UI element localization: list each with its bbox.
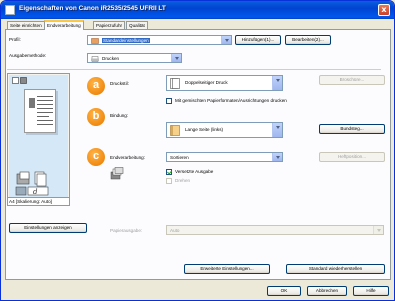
print-style-label: Druckstil:: [110, 81, 129, 86]
preview-page: [24, 89, 56, 133]
offset-output-label: Versetzte Ausgabe: [175, 169, 214, 174]
output-method-value: Drucken: [102, 55, 120, 61]
staple-position-button[interactable]: Heftposition...: [319, 152, 385, 162]
callout-a-badge: a: [87, 77, 105, 95]
printer-icon: [5, 5, 15, 15]
page-layout-icon[interactable]: [12, 77, 28, 84]
text-line: [37, 116, 49, 117]
chevron-down-icon[interactable]: [272, 76, 282, 90]
edit-profile-button[interactable]: Bearbeiten(2)...: [285, 35, 331, 45]
tab-quality[interactable]: Qualität: [126, 21, 148, 29]
chevron-down-icon[interactable]: [272, 123, 282, 137]
advanced-settings-button[interactable]: Erweiterte Einstellungen...: [184, 264, 270, 274]
chevron-down-icon[interactable]: [272, 153, 282, 161]
offset-output-checkbox[interactable]: [166, 169, 172, 175]
finishing-label: Endverarbeitung:: [110, 155, 145, 160]
text-line: [37, 112, 53, 113]
svg-text:d: d: [33, 188, 38, 196]
duplex-icon: [170, 78, 180, 89]
finishing-icons: d: [15, 171, 49, 196]
cancel-button[interactable]: Abbrechen: [307, 286, 347, 296]
ok-button[interactable]: OK: [267, 286, 301, 296]
callout-c-badge: c: [87, 148, 105, 166]
profile-icon: [91, 38, 99, 44]
rotate-checkbox[interactable]: [166, 178, 172, 184]
profile-label: Profil:: [9, 37, 21, 42]
text-line: [37, 124, 53, 125]
margin-button[interactable]: Bundsteg...: [319, 124, 385, 134]
callout-b-badge: b: [87, 108, 105, 126]
print-icon: [91, 56, 99, 62]
paper-output-label: Papierausgabe:: [110, 228, 143, 233]
paper-output-value: Auto: [170, 227, 180, 233]
text-line: [37, 120, 53, 121]
finishing-value: Sortieren: [170, 154, 189, 160]
print-style-select[interactable]: Doppelseitiger Druck: [166, 75, 283, 91]
preview-status: A4 [Skalierung: Auto]: [7, 197, 70, 206]
printer-properties-dialog: Eigenschaften von Canon iR2535/2545 UFRI…: [0, 0, 395, 301]
text-line: [37, 100, 53, 101]
separator: [7, 69, 381, 70]
print-style-value: Doppelseitiger Druck: [185, 80, 228, 85]
rotate-label: Drehen: [175, 178, 191, 183]
text-line: [37, 108, 53, 109]
binding-icon: [170, 125, 180, 136]
output-method-label: Ausgabemethode:: [9, 53, 47, 58]
paper-output-select[interactable]: Auto: [166, 225, 384, 235]
text-line: [37, 96, 53, 97]
window-title: Eigenschaften von Canon iR2535/2545 UFRI…: [19, 5, 166, 12]
binding-value: Lange Seite (links): [185, 127, 224, 132]
tab-page-setup[interactable]: Seite einrichten: [7, 21, 45, 29]
help-button[interactable]: Hilfe: [353, 286, 389, 296]
mixed-paper-label: Mit gemischten Papierformaten/Ausrichtun…: [175, 98, 287, 103]
chevron-down-icon[interactable]: [373, 226, 383, 234]
binding-select[interactable]: Lange Seite (links): [166, 122, 283, 138]
output-method-select[interactable]: Drucken: [87, 53, 182, 63]
chevron-down-icon[interactable]: [221, 36, 231, 44]
show-settings-button[interactable]: Einstellungen anzeigen: [9, 223, 87, 233]
add-profile-button[interactable]: Hinzufügen(1)...: [235, 35, 281, 45]
mixed-paper-checkbox[interactable]: [166, 98, 172, 104]
restore-defaults-button[interactable]: Standard wiederherstellen: [286, 264, 385, 274]
finishing-select[interactable]: Sortieren: [166, 152, 283, 162]
sort-output-icon: [110, 167, 124, 180]
tab-finishing[interactable]: Endverarbeitung: [44, 20, 84, 30]
tab-paper-source[interactable]: Papierzufuhr: [93, 21, 126, 29]
preview-image: [29, 98, 35, 108]
close-button[interactable]: x: [378, 4, 390, 16]
profile-select[interactable]: Standardeinstellungen: [87, 35, 232, 45]
preview-area: d: [9, 75, 68, 205]
text-line: [37, 104, 53, 105]
chevron-down-icon[interactable]: [171, 54, 181, 62]
booklet-button[interactable]: Broschüre...: [319, 75, 385, 85]
preview-panel: d: [7, 73, 70, 205]
title-bar[interactable]: Eigenschaften von Canon iR2535/2545 UFRI…: [1, 1, 394, 19]
profile-value: Standardeinstellungen: [102, 37, 150, 43]
binding-label: Bindung:: [110, 113, 129, 118]
